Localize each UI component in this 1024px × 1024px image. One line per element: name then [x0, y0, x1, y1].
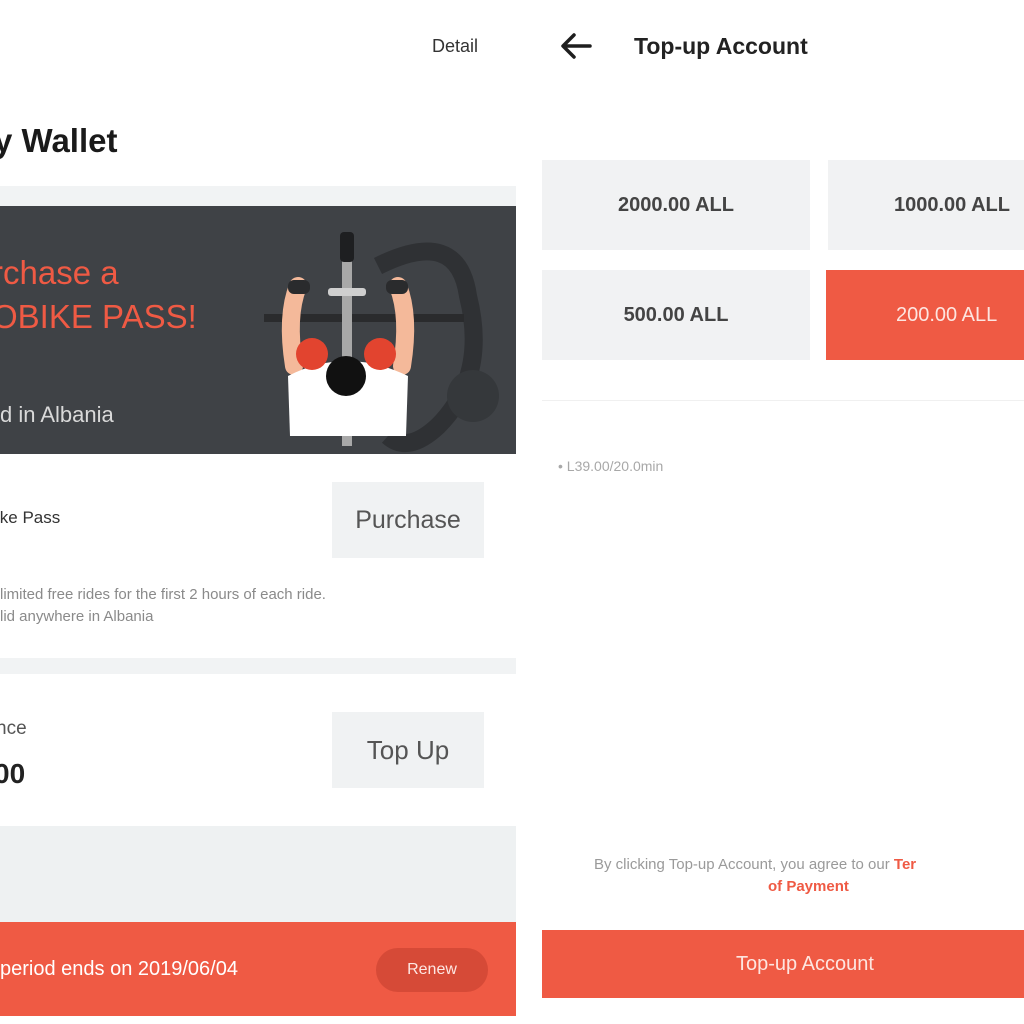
terms-link[interactable]: Ter	[894, 856, 916, 873]
bike-pass-description-line2: lid anywhere in Albania	[0, 608, 154, 625]
bike-pass-description: limited free rides for the first 2 hours…	[0, 584, 326, 628]
arrow-left-icon	[561, 33, 592, 59]
back-button[interactable]	[556, 26, 596, 66]
topup-screen: Top-up Account 2000.00 ALL 1000.00 ALL 5…	[542, 0, 1024, 1024]
agreement-prefix: By clicking Top-up Account, you agree to…	[594, 856, 894, 873]
section-divider	[542, 400, 1024, 401]
balance-label: nce	[0, 718, 27, 739]
amount-option-200[interactable]: 200.00 ALL	[826, 270, 1024, 360]
banner-headline-line2: OBIKE PASS!	[0, 298, 197, 335]
bike-pass-label: ike Pass	[0, 508, 61, 527]
top-up-account-button[interactable]: Top-up Account	[542, 930, 1024, 998]
banner-subtitle: d in Albania	[0, 402, 114, 427]
bike-pass-section: ike Pass Purchase limited free rides for…	[0, 454, 516, 658]
cyclist-illustration	[264, 232, 499, 452]
bike-pass-description-line1: limited free rides for the first 2 hours…	[0, 586, 326, 603]
detail-link[interactable]: Detail	[432, 36, 478, 57]
banner-headline-line1: rchase a	[0, 254, 119, 291]
amount-option-2000[interactable]: 2000.00 ALL	[542, 160, 810, 250]
empty-area	[0, 826, 516, 922]
page-title: y Wallet	[0, 122, 118, 159]
screen-divider	[516, 0, 542, 1024]
section-divider	[0, 186, 516, 206]
period-end-text: period ends on 2019/06/04	[0, 958, 238, 980]
pass-period-bar: period ends on 2019/06/04 Renew	[0, 922, 516, 1016]
renew-button[interactable]: Renew	[376, 948, 488, 992]
agreement-text: By clicking Top-up Account, you agree to…	[594, 856, 916, 873]
balance-value: 00	[0, 758, 26, 789]
promo-banner[interactable]: rchase a OBIKE PASS! d in Albania	[0, 206, 516, 454]
page-title: Top-up Account	[634, 33, 808, 59]
rate-info: • L39.00/20.0min	[558, 458, 664, 474]
amount-option-500[interactable]: 500.00 ALL	[542, 270, 810, 360]
terms-link-continued[interactable]: of Payment	[768, 878, 849, 895]
balance-section: nce 00 Top Up	[0, 674, 516, 826]
amount-option-1000[interactable]: 1000.00 ALL	[828, 160, 1024, 250]
purchase-button[interactable]: Purchase	[332, 482, 484, 558]
section-divider	[0, 658, 516, 674]
top-up-button[interactable]: Top Up	[332, 712, 484, 788]
wallet-screen: Detail y Wallet rchase a OBIKE PASS! d i…	[0, 0, 516, 1024]
